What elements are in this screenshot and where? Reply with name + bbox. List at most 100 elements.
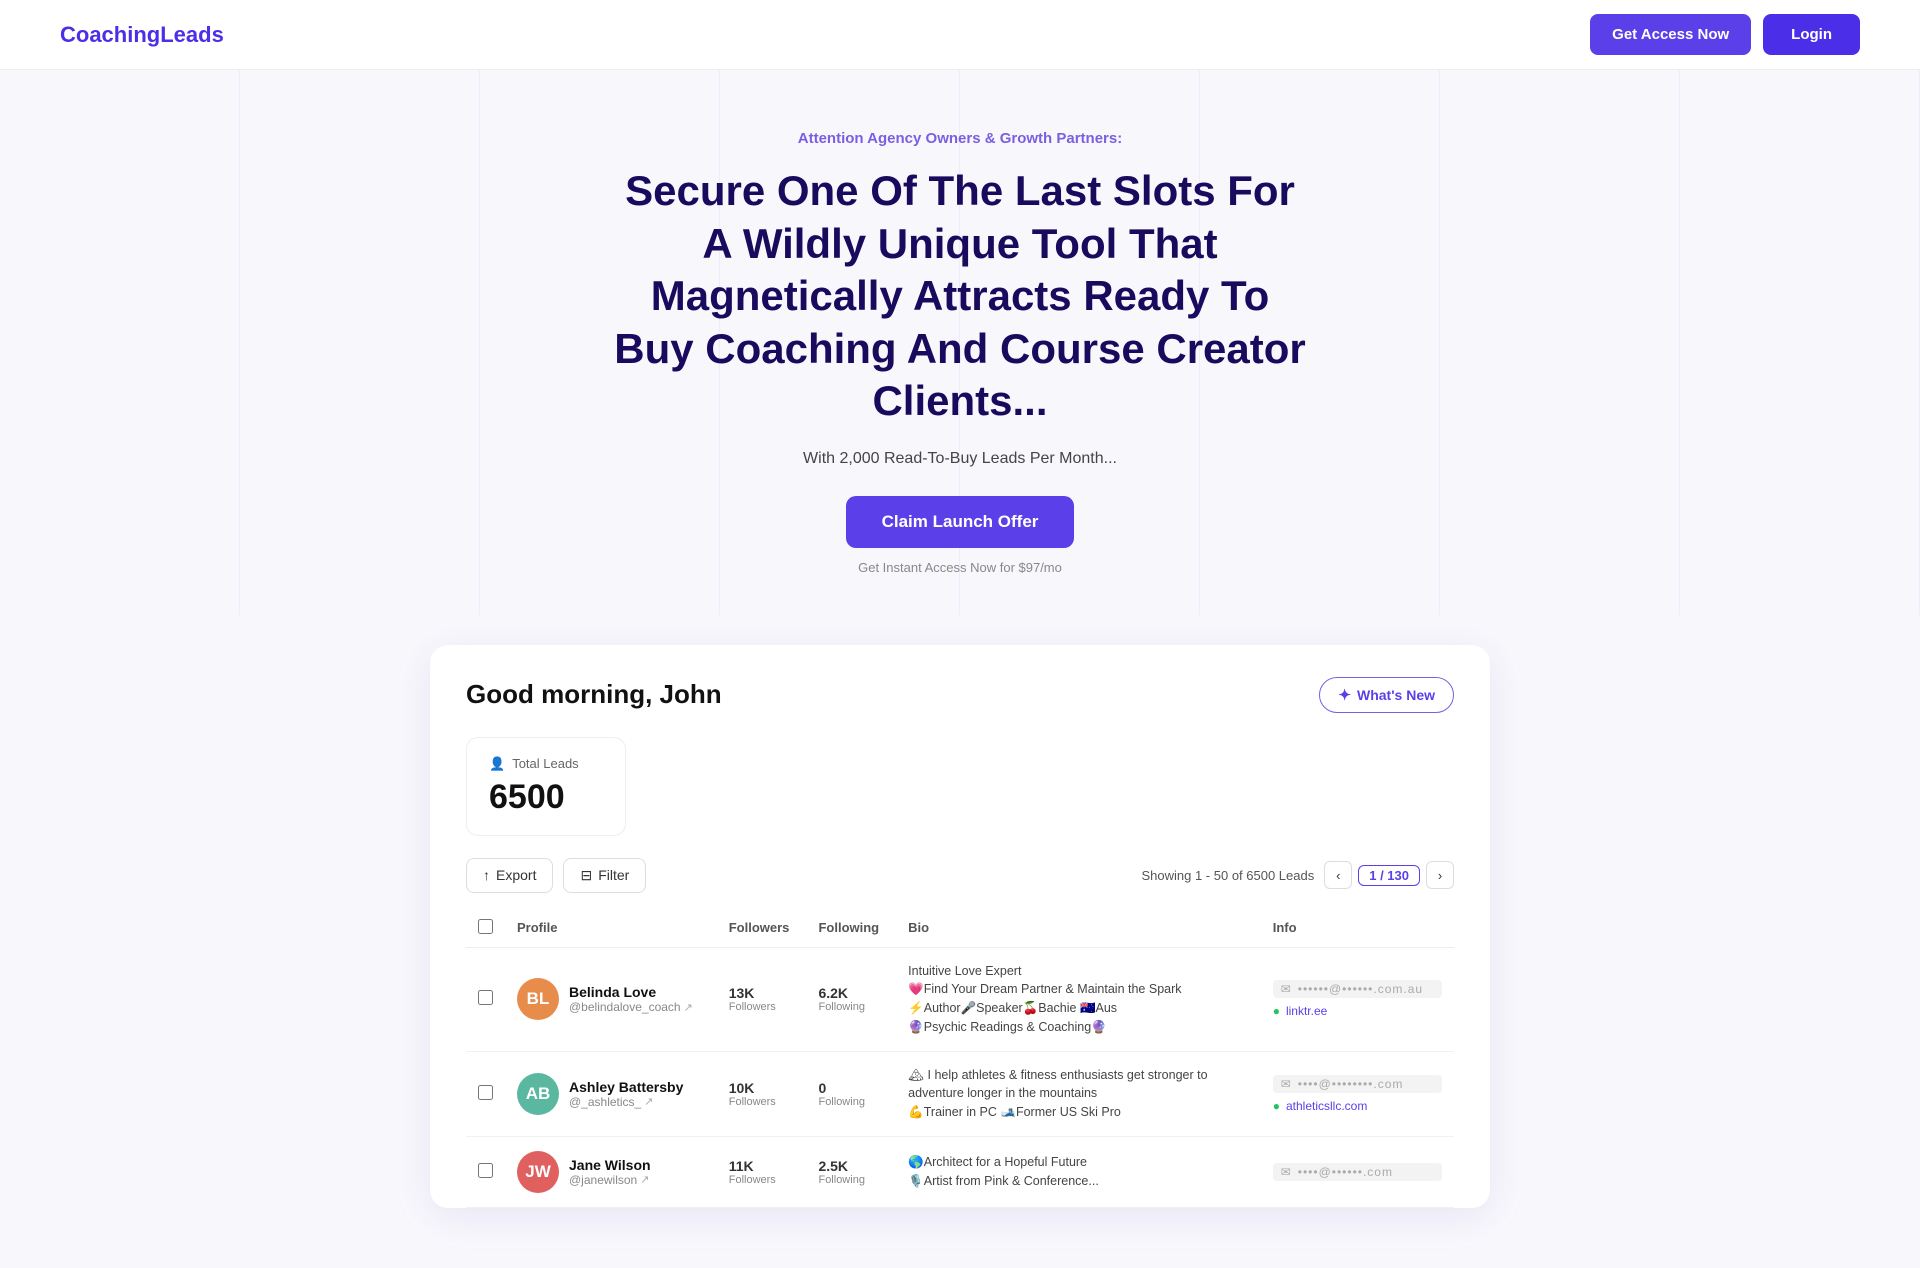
profile-name: Belinda Love	[569, 984, 693, 1000]
filter-button[interactable]: ⊟ Filter	[563, 858, 646, 893]
navbar: CoachingLeads Get Access Now Login	[0, 0, 1920, 70]
export-button[interactable]: ↑ Export	[466, 858, 553, 893]
leads-count: 6500	[489, 778, 603, 817]
following-count: 2.5K	[818, 1158, 884, 1174]
hero-subtitle: With 2,000 Read-To-Buy Leads Per Month..…	[20, 450, 1900, 468]
table-head: Profile Followers Following Bio Info	[466, 909, 1454, 948]
header-followers: Followers	[717, 909, 807, 948]
avatar: BL	[517, 978, 559, 1020]
external-link-icon: ↗	[640, 1173, 649, 1186]
hero-title: Secure One Of The Last Slots For A Wildl…	[610, 165, 1310, 428]
hero-label: Attention Agency Owners & Growth Partner…	[20, 130, 1900, 147]
table-row: JW Jane Wilson @janewilson ↗ 11K Followe…	[466, 1136, 1454, 1207]
followers-label: Followers	[729, 1001, 795, 1013]
info-email: ✉ ••••@••••••.com	[1273, 1163, 1442, 1181]
followers-label: Followers	[729, 1096, 795, 1108]
website-url[interactable]: linktr.ee	[1286, 1004, 1327, 1018]
hero-section: Attention Agency Owners & Growth Partner…	[0, 70, 1920, 615]
info-cell: ✉ ••••••@••••••.com.au ● linktr.ee	[1273, 980, 1442, 1018]
email-blurred: ••••••@••••••.com.au	[1298, 982, 1423, 996]
row-checkbox[interactable]	[478, 990, 493, 1005]
profile-handle: @janewilson ↗	[569, 1173, 651, 1187]
email-blurred: ••••@••••••••.com	[1298, 1077, 1404, 1091]
followers-count: 10K	[729, 1080, 795, 1096]
whats-new-button[interactable]: ✦ What's New	[1319, 677, 1454, 713]
profile-cell: AB Ashley Battersby @_ashletics_ ↗	[517, 1073, 705, 1115]
header-checkbox-col	[466, 909, 505, 948]
profile-handle: @_ashletics_ ↗	[569, 1095, 683, 1109]
header-bio: Bio	[896, 909, 1261, 948]
followers-label: Followers	[729, 1174, 795, 1186]
get-access-button[interactable]: Get Access Now	[1590, 14, 1751, 55]
total-leads-box: 👤 Total Leads 6500	[466, 737, 626, 836]
info-email: ✉ ••••@••••••••.com	[1273, 1075, 1442, 1093]
profile-cell: BL Belinda Love @belindalove_coach ↗	[517, 978, 705, 1020]
toolbar-right: Showing 1 - 50 of 6500 Leads ‹ 1 / 130 ›	[1141, 861, 1454, 889]
prev-page-button[interactable]: ‹	[1324, 861, 1352, 889]
avatar: JW	[517, 1151, 559, 1193]
leads-table: Profile Followers Following Bio Info BL …	[466, 909, 1454, 1208]
bio-text: Intuitive Love Expert💗Find Your Dream Pa…	[908, 962, 1228, 1037]
filter-icon: ⊟	[580, 867, 592, 884]
followers-count: 13K	[729, 985, 795, 1001]
table-toolbar: ↑ Export ⊟ Filter Showing 1 - 50 of 6500…	[466, 858, 1454, 893]
dashboard-card: Good morning, John ✦ What's New 👤 Total …	[430, 645, 1490, 1208]
dashboard-header: Good morning, John ✦ What's New	[466, 677, 1454, 713]
email-blurred: ••••@••••••.com	[1298, 1165, 1393, 1179]
info-email: ✉ ••••••@••••••.com.au	[1273, 980, 1442, 998]
export-label: Export	[496, 867, 536, 883]
bio-text: 🏔 I help athletes & fitness enthusiasts …	[908, 1066, 1228, 1122]
avatar: AB	[517, 1073, 559, 1115]
header-info: Info	[1261, 909, 1454, 948]
mail-icon: ✉	[1281, 1165, 1292, 1179]
leads-label: 👤 Total Leads	[489, 756, 603, 772]
table-body: BL Belinda Love @belindalove_coach ↗ 13K…	[466, 947, 1454, 1207]
login-button[interactable]: Login	[1763, 14, 1860, 55]
next-page-button[interactable]: ›	[1426, 861, 1454, 889]
website-url[interactable]: athleticsllc.com	[1286, 1099, 1367, 1113]
showing-text: Showing 1 - 50 of 6500 Leads	[1141, 868, 1314, 883]
following-label: Following	[818, 1096, 884, 1108]
info-website-link[interactable]: ● linktr.ee	[1273, 1004, 1442, 1018]
profile-handle: @belindalove_coach ↗	[569, 1000, 693, 1014]
filter-label: Filter	[598, 867, 629, 883]
link-icon: ●	[1273, 1004, 1280, 1018]
toolbar-left: ↑ Export ⊟ Filter	[466, 858, 646, 893]
bio-text: 🌎Architect for a Hopeful Future🎙️Artist …	[908, 1153, 1228, 1191]
profile-name: Ashley Battersby	[569, 1079, 683, 1095]
dashboard-greeting: Good morning, John	[466, 679, 722, 710]
page-current: 1 / 130	[1358, 865, 1420, 886]
external-link-icon: ↗	[644, 1095, 653, 1108]
info-cell: ✉ ••••@••••••.com	[1273, 1163, 1442, 1181]
whats-new-label: What's New	[1357, 687, 1435, 703]
row-checkbox[interactable]	[478, 1163, 493, 1178]
star-icon: ✦	[1338, 686, 1351, 704]
table-row: BL Belinda Love @belindalove_coach ↗ 13K…	[466, 947, 1454, 1051]
dashboard-wrapper: Good morning, John ✦ What's New 👤 Total …	[410, 645, 1510, 1268]
nav-buttons: Get Access Now Login	[1590, 14, 1860, 55]
following-label: Following	[818, 1001, 884, 1013]
link-icon: ●	[1273, 1099, 1280, 1113]
external-link-icon: ↗	[684, 1001, 693, 1014]
export-icon: ↑	[483, 867, 490, 883]
nav-logo: CoachingLeads	[60, 22, 224, 48]
person-icon: 👤	[489, 756, 505, 772]
following-count: 6.2K	[818, 985, 884, 1001]
following-label: Following	[818, 1174, 884, 1186]
followers-count: 11K	[729, 1158, 795, 1174]
header-following: Following	[806, 909, 896, 948]
table-header-row: Profile Followers Following Bio Info	[466, 909, 1454, 948]
following-count: 0	[818, 1080, 884, 1096]
hero-fine-print: Get Instant Access Now for $97/mo	[20, 560, 1900, 575]
info-website-link[interactable]: ● athleticsllc.com	[1273, 1099, 1442, 1113]
profile-name: Jane Wilson	[569, 1157, 651, 1173]
row-checkbox[interactable]	[478, 1085, 493, 1100]
info-cell: ✉ ••••@••••••••.com ● athleticsllc.com	[1273, 1075, 1442, 1113]
table-row: AB Ashley Battersby @_ashletics_ ↗ 10K F…	[466, 1051, 1454, 1136]
select-all-checkbox[interactable]	[478, 919, 493, 934]
profile-cell: JW Jane Wilson @janewilson ↗	[517, 1151, 705, 1193]
header-profile: Profile	[505, 909, 717, 948]
pagination: ‹ 1 / 130 ›	[1324, 861, 1454, 889]
claim-launch-offer-button[interactable]: Claim Launch Offer	[846, 496, 1075, 548]
mail-icon: ✉	[1281, 1077, 1292, 1091]
